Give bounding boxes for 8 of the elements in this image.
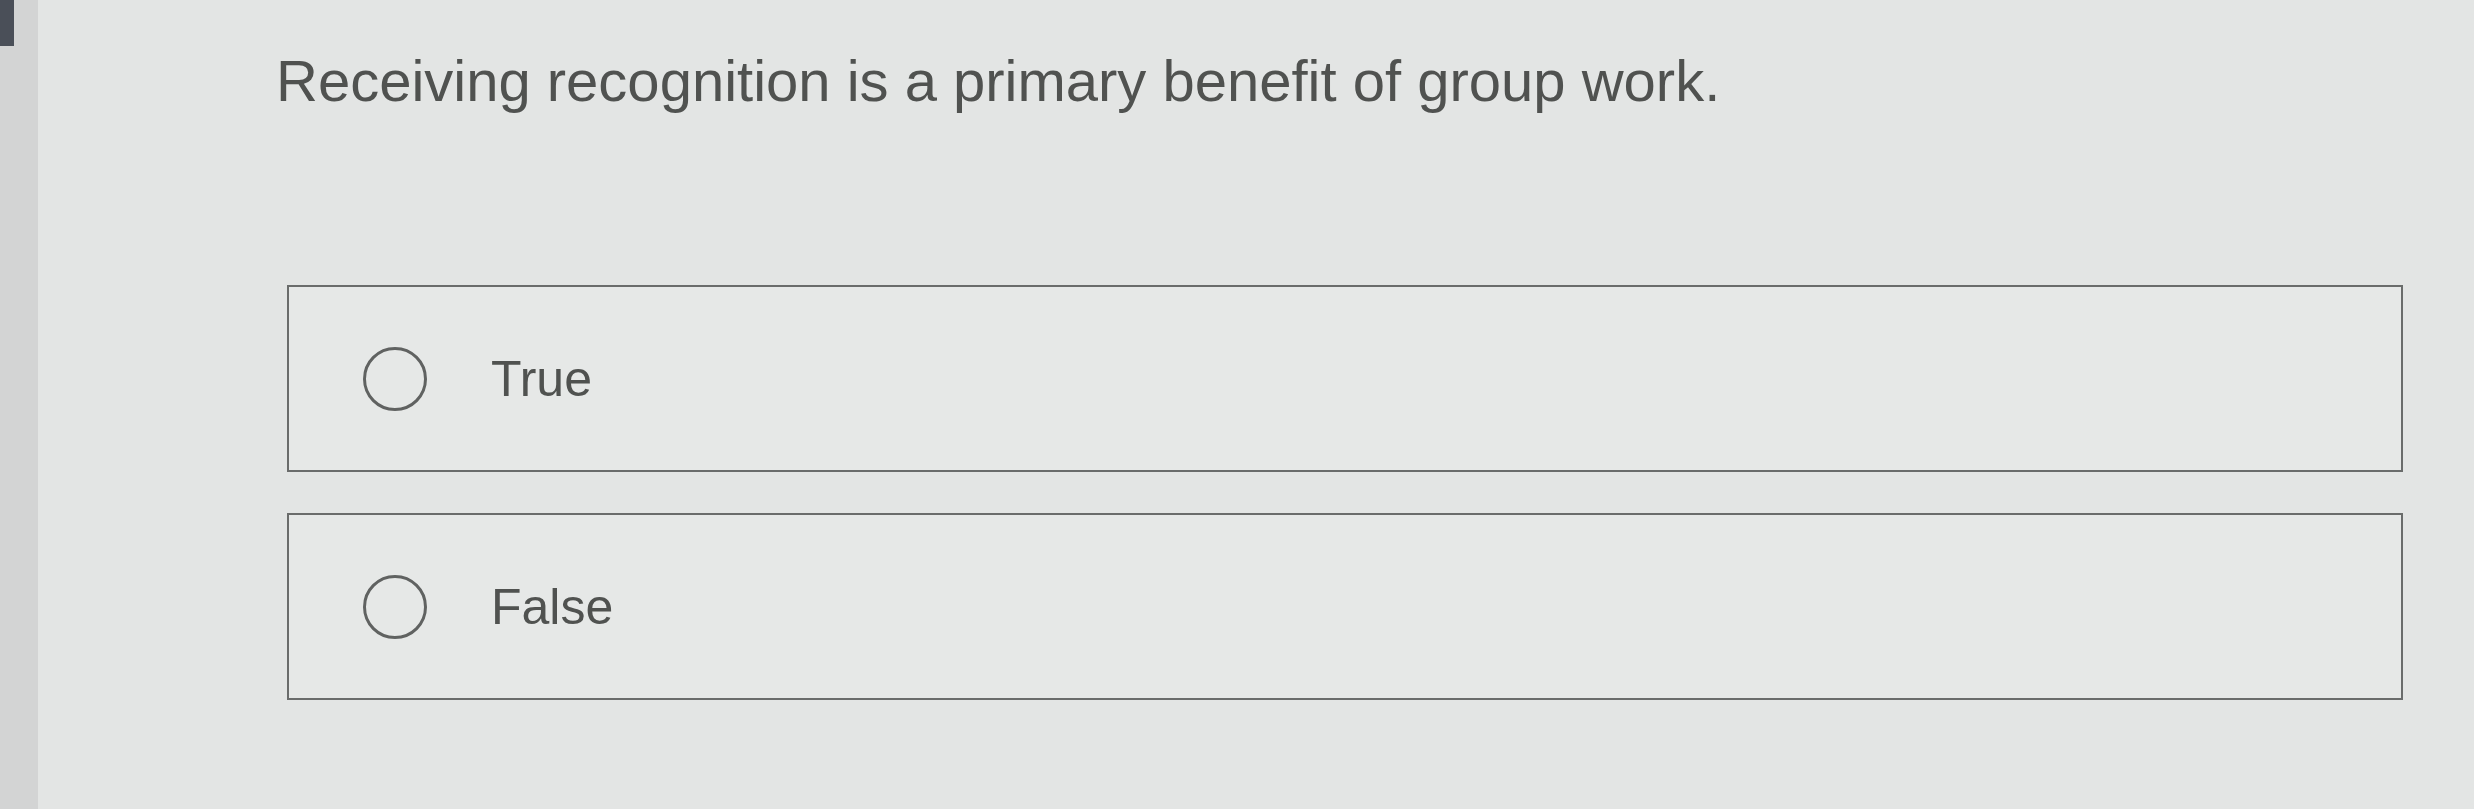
option-label: True [491, 349, 592, 409]
answer-option[interactable]: False [287, 513, 2403, 700]
question-text: Receiving recognition is a primary benefit of group work. [276, 47, 1721, 115]
radio-button[interactable] [363, 346, 427, 411]
answer-option[interactable]: True [287, 285, 2403, 472]
edge-marker [0, 0, 14, 46]
option-label: False [491, 577, 614, 637]
radio-button[interactable] [363, 574, 427, 639]
